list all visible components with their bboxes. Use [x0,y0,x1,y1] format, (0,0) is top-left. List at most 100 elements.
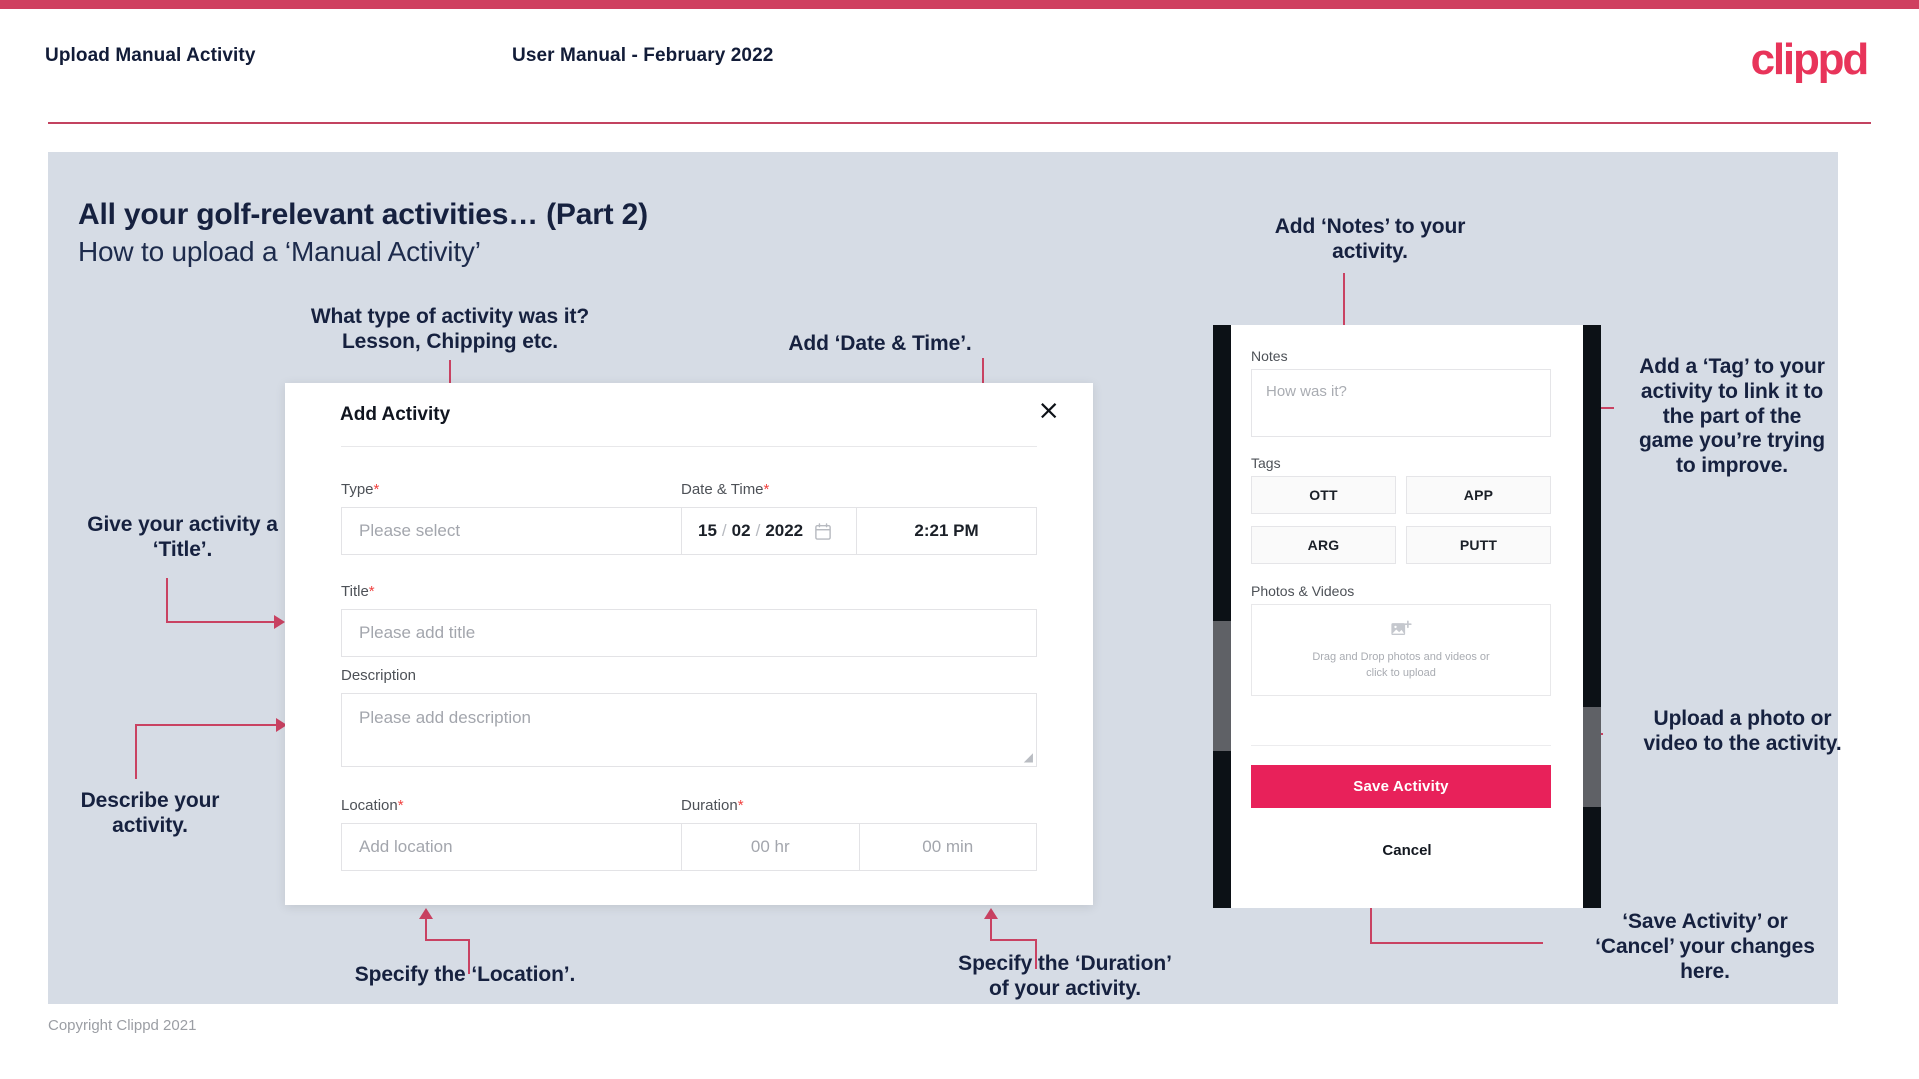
time-value: 2:21 PM [914,521,979,540]
annotation-save: ‘Save Activity’ or ‘Cancel’ your changes h… [1595,910,1815,983]
description-label: Description [341,667,416,684]
upload-dropzone[interactable]: Drag and Drop photos and videos or click… [1251,604,1551,696]
tag-label-arg: ARG [1307,537,1340,553]
save-activity-label: Save Activity [1353,778,1449,795]
phone-divider [1251,745,1551,746]
connector-desc-v [135,725,137,779]
location-label-text: Location [341,797,398,814]
time-input[interactable]: 2:21 PM [857,508,1036,554]
duration-field[interactable]: 00 hr 00 min [681,823,1037,871]
duration-label: Duration* [681,797,744,814]
annotation-title: Give your activity a ‘Title’. [87,513,278,561]
title-placeholder: Please add title [359,623,476,642]
datetime-label: Date & Time* [681,481,769,498]
slide-subheading: How to upload a ‘Manual Activity’ [78,236,481,267]
connector-dur-h [990,939,1037,941]
annotation-location: Specify the ‘Location’. [354,963,576,986]
duration-label-text: Duration [681,797,738,814]
add-activity-dialog: Add Activity × Type* Please select Date … [285,383,1093,905]
date-input[interactable]: 15 / 02 / 2022 [682,508,857,554]
title-label: Title* [341,583,375,600]
title-input[interactable]: Please add title [341,609,1037,657]
connector-loc-v1 [425,919,427,941]
title-label-text: Title [341,583,369,600]
connector-desc-h [135,724,278,726]
date-sep-1: / [721,521,727,540]
duration-minutes-input[interactable]: 00 min [860,824,1037,870]
annotation-notes: Add ‘Notes’ to your activity. [1274,215,1466,263]
phone-screen: Notes How was it? Tags OTT APP ARG PUTT … [1231,325,1583,908]
connector-title-v [166,578,168,622]
annotation-type: What type of activity was it? Lesson, Chi… [310,305,590,353]
footer-copyright: Copyright Clippd 2021 [48,1017,197,1034]
duration-minutes-placeholder: 00 min [922,837,974,856]
type-label: Type* [341,481,379,498]
tag-button-arg[interactable]: ARG [1251,526,1396,564]
save-activity-button[interactable]: Save Activity [1251,765,1551,808]
phone-mockup: Notes How was it? Tags OTT APP ARG PUTT … [1213,325,1601,908]
page-title: Upload Manual Activity [45,45,256,66]
tag-button-ott[interactable]: OTT [1251,476,1396,514]
connector-save-h [1370,942,1543,944]
tag-button-putt[interactable]: PUTT [1406,526,1551,564]
upload-hint-line1: Drag and Drop photos and videos or [1312,650,1490,663]
type-label-text: Type [341,481,374,498]
photos-label: Photos & Videos [1251,583,1355,599]
annotation-datetime: Add ‘Date & Time’. [788,332,972,355]
connector-loc-h [425,939,470,941]
phone-bezel-left [1213,325,1231,908]
clippd-logo: clippd [1750,35,1870,84]
document-subtitle: User Manual - February 2022 [512,45,774,66]
top-accent-bar [0,0,1919,9]
resize-handle-icon[interactable]: ◢ [1024,750,1033,764]
location-input[interactable]: Add location [341,823,713,871]
upload-hint-line2: click to upload [1366,666,1436,679]
tag-label-app: APP [1463,487,1494,503]
duration-hours-input[interactable]: 00 hr [682,824,860,870]
title-required-mark: * [368,583,375,600]
header-divider [48,122,1871,124]
upload-hint: Drag and Drop photos and videos or click… [1312,650,1489,682]
dialog-title: Add Activity [340,404,451,425]
description-label-text: Description [341,667,417,684]
annotation-tags: Add a ‘Tag’ to your activity to link it t… [1638,355,1826,478]
slide-heading: All your golf-relevant activities… (Part… [78,198,648,231]
notes-placeholder: How was it? [1266,383,1347,400]
phone-button-right [1583,707,1601,807]
location-placeholder: Add location [359,837,453,856]
close-icon[interactable]: × [1037,397,1060,424]
phone-bezel-right [1583,325,1601,908]
datetime-required-mark: * [763,481,770,498]
location-label: Location* [341,797,404,814]
tag-label-ott: OTT [1309,487,1338,503]
tag-label-putt: PUTT [1459,537,1498,553]
type-select[interactable]: Please select [341,507,713,555]
datetime-field[interactable]: 15 / 02 / 2022 2:21 PM [681,507,1037,555]
tag-button-app[interactable]: APP [1406,476,1551,514]
phone-button-left [1213,621,1231,751]
annotation-duration: Specify the ‘Duration’ of your activity. [958,952,1172,1000]
connector-title-arrow [274,615,285,629]
annotation-upload: Upload a photo or video to the activity. [1643,707,1842,755]
date-day: 15 [698,521,717,540]
dialog-divider [341,446,1037,447]
type-placeholder: Please select [359,521,461,540]
duration-required-mark: * [737,797,744,814]
notes-textarea[interactable]: How was it? [1251,369,1551,437]
date-year: 2022 [765,521,804,540]
duration-hours-placeholder: 00 hr [750,837,790,856]
date-month: 02 [731,521,751,540]
calendar-icon[interactable] [815,522,831,540]
annotation-description: Describe your activity. [80,789,220,837]
connector-dur-v1 [990,919,992,941]
add-image-icon [1391,620,1412,635]
cancel-button[interactable]: Cancel [1231,842,1583,859]
tags-label: Tags [1251,455,1281,471]
notes-label: Notes [1251,348,1288,364]
location-required-mark: * [397,797,404,814]
slide-page: Upload Manual Activity User Manual - Feb… [0,0,1919,1079]
type-required-mark: * [373,481,380,498]
connector-title-h [166,621,276,623]
description-textarea[interactable]: Please add description ◢ [341,693,1037,767]
date-sep-2: / [755,521,761,540]
